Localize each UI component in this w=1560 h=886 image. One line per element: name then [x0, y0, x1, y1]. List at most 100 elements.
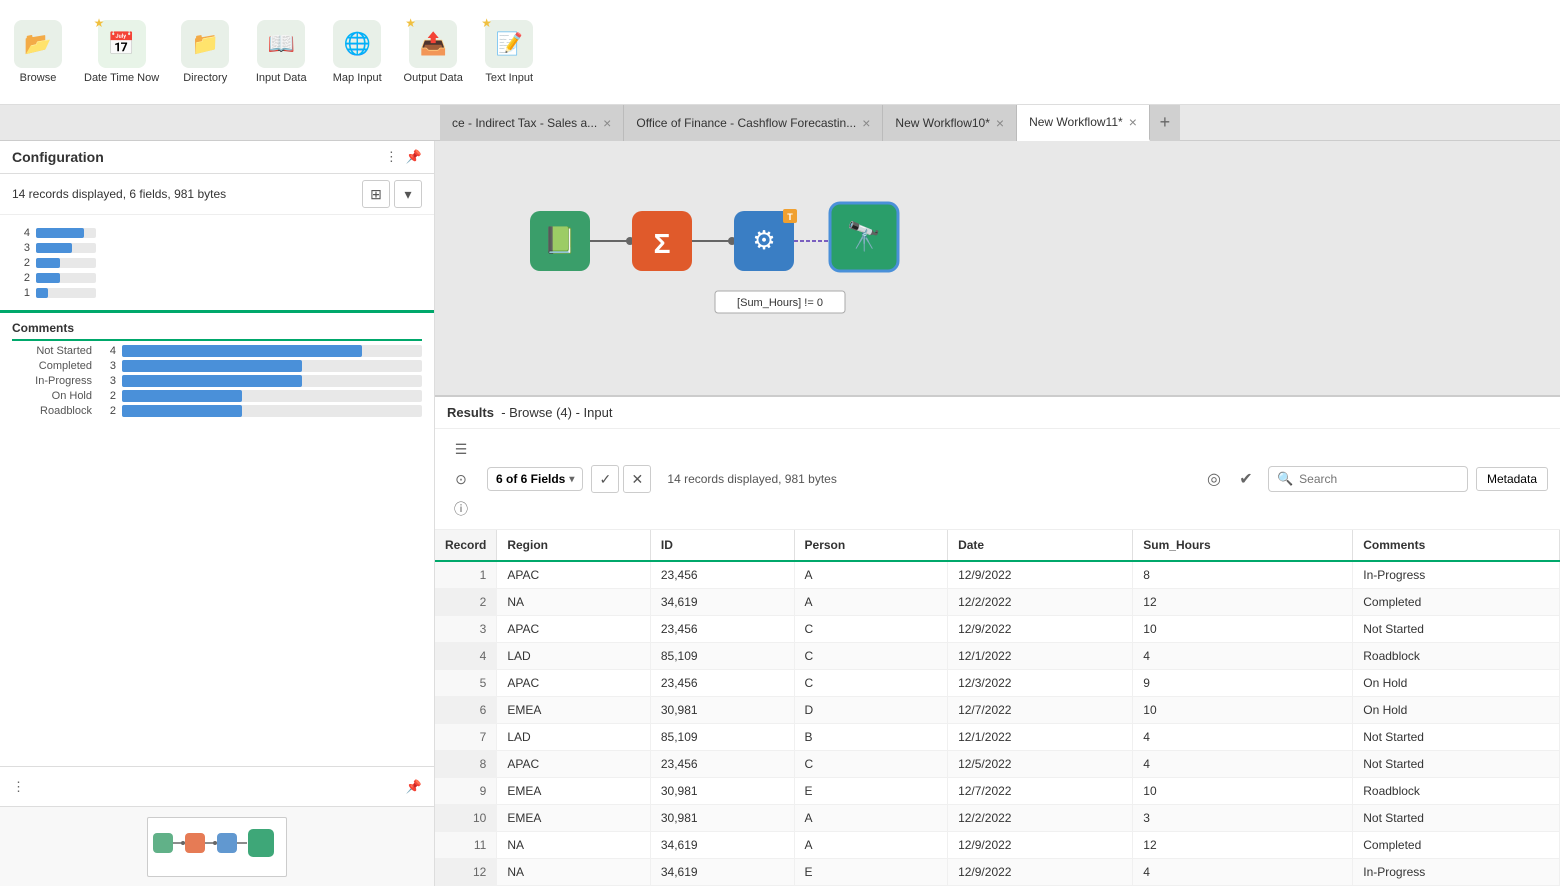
cell-id: 23,456 [650, 670, 794, 697]
cell-id: 85,109 [650, 724, 794, 751]
comment-count-5: 2 [98, 405, 116, 417]
dropdown-btn[interactable]: ▾ [394, 180, 422, 208]
cell-person: A [794, 561, 948, 589]
table-row: 5APAC23,456C12/3/20229On Hold [435, 670, 1560, 697]
tab-workflow11-close[interactable]: × [1129, 114, 1137, 130]
tab-cashflow[interactable]: Office of Finance - Cashflow Forecastin.… [624, 105, 883, 141]
toolbar-datetime[interactable]: 📅★ Date Time Now [84, 20, 159, 84]
toolbar-outputdata[interactable]: 📤★ Output Data [403, 20, 463, 84]
cell-id: 23,456 [650, 616, 794, 643]
comment-fill-5 [122, 405, 242, 417]
comment-count-3: 3 [98, 375, 116, 387]
left-bottom-pin[interactable]: 📌 [406, 779, 422, 795]
charts-area: 4 3 2 2 [0, 215, 434, 766]
cell-region: LAD [497, 643, 651, 670]
table-view-icon[interactable]: ☰ [447, 435, 475, 463]
config-pin-icon[interactable]: 📌 [406, 149, 422, 165]
num-bar-fill-1 [36, 228, 84, 238]
minimap-canvas [147, 817, 287, 877]
left-bottom-menu[interactable]: ⋮ [12, 779, 25, 795]
tab-cashflow-close[interactable]: × [862, 115, 870, 131]
comments-title: Comments [12, 321, 422, 335]
cell-id: 34,619 [650, 589, 794, 616]
expand-btn[interactable]: ⊞ [362, 180, 390, 208]
toolbar-textinput[interactable]: 📝★ Text Input [479, 20, 539, 84]
table-body: 1APAC23,456A12/9/20228In-Progress2NA34,6… [435, 561, 1560, 886]
cell-sum_hours: 4 [1133, 643, 1353, 670]
confirm-action-icon[interactable]: ✔ [1232, 465, 1260, 493]
cell-comments: Not Started [1353, 751, 1560, 778]
metadata-button[interactable]: Metadata [1476, 467, 1548, 491]
table-header-row: Record Region ID Person Date Sum_Hours C… [435, 530, 1560, 561]
fields-selector[interactable]: 6 of 6 Fields ▾ [487, 467, 583, 491]
comments-divider [12, 339, 422, 341]
comment-fill-2 [122, 360, 302, 372]
profile-view-icon[interactable]: ⊙ [447, 465, 475, 493]
search-input[interactable] [1299, 472, 1439, 486]
tab-add-button[interactable]: + [1150, 105, 1180, 141]
config-menu-icon[interactable]: ⋮ [385, 149, 398, 165]
workflow-canvas: 📗 Σ ⚙ T 🔭 [435, 141, 1560, 395]
cell-comments: On Hold [1353, 697, 1560, 724]
num-bar-fill-4 [36, 273, 60, 283]
toolbar-directory[interactable]: 📁 Directory [175, 20, 235, 84]
cell-comments: On Hold [1353, 670, 1560, 697]
cell-id: 30,981 [650, 805, 794, 832]
table-row: 1APAC23,456A12/9/20228In-Progress [435, 561, 1560, 589]
cell-record: 12 [435, 859, 497, 886]
textinput-icon: 📝★ [485, 20, 533, 68]
comments-section: Comments Not Started 4 Completed 3 [0, 317, 434, 428]
tab-workflow10-close[interactable]: × [996, 115, 1004, 131]
svg-text:📗: 📗 [544, 225, 576, 255]
cell-date: 12/3/2022 [948, 670, 1133, 697]
cell-sum_hours: 12 [1133, 832, 1353, 859]
cell-record: 6 [435, 697, 497, 724]
table-row: 3APAC23,456C12/9/202210Not Started [435, 616, 1560, 643]
table-row: 8APAC23,456C12/5/20224Not Started [435, 751, 1560, 778]
tab-workflow10[interactable]: New Workflow10* × [883, 105, 1017, 141]
comment-fill-4 [122, 390, 242, 402]
fields-selector-label: 6 of 6 Fields [496, 472, 565, 486]
tab-indirect[interactable]: ce - Indirect Tax - Sales a... × [440, 105, 624, 141]
cell-person: E [794, 859, 948, 886]
table-row: 7LAD85,109B12/1/20224Not Started [435, 724, 1560, 751]
info-view-icon[interactable]: ⓘ [447, 495, 475, 523]
cell-person: A [794, 589, 948, 616]
config-title: Configuration [12, 149, 104, 165]
tab-indirect-close[interactable]: × [603, 115, 611, 131]
inputdata-label: Input Data [256, 72, 307, 84]
toolbar-browse[interactable]: 📂 Browse [8, 20, 68, 84]
tab-workflow11[interactable]: New Workflow11* × [1017, 105, 1150, 141]
cell-sum_hours: 3 [1133, 805, 1353, 832]
svg-text:T: T [787, 212, 793, 222]
close-btn[interactable]: ✕ [623, 465, 651, 493]
main-toolbar: 📂 Browse 📅★ Date Time Now 📁 Directory 📖 … [0, 0, 1560, 105]
toolbar-inputdata[interactable]: 📖 Input Data [251, 20, 311, 84]
num-bar-fill-3 [36, 258, 60, 268]
comment-bar-row-2: Completed 3 [12, 360, 422, 372]
num-bar-track-3 [36, 258, 96, 268]
info-text: 14 records displayed, 6 fields, 981 byte… [12, 187, 354, 201]
comment-label-2: Completed [12, 360, 92, 372]
comment-fill-1 [122, 345, 362, 357]
cell-record: 5 [435, 670, 497, 697]
outputdata-label: Output Data [404, 72, 463, 84]
cell-comments: In-Progress [1353, 561, 1560, 589]
col-header-region: Region [497, 530, 651, 561]
checkmark-btn[interactable]: ✓ [591, 465, 619, 493]
chevron-down-icon: ▾ [569, 474, 574, 485]
cell-comments: Completed [1353, 832, 1560, 859]
cell-date: 12/2/2022 [948, 589, 1133, 616]
cell-sum_hours: 10 [1133, 697, 1353, 724]
cell-record: 3 [435, 616, 497, 643]
datetime-icon: 📅★ [98, 20, 146, 68]
svg-text:⚙: ⚙ [752, 225, 775, 255]
cell-id: 23,456 [650, 751, 794, 778]
num-val-2: 3 [12, 242, 30, 254]
toolbar-mapinput[interactable]: 🌐 Map Input [327, 20, 387, 84]
cell-region: EMEA [497, 778, 651, 805]
cancel-action-icon[interactable]: ◎ [1200, 465, 1228, 493]
data-table-wrap: Record Region ID Person Date Sum_Hours C… [435, 530, 1560, 886]
cell-comments: Roadblock [1353, 778, 1560, 805]
search-icon: 🔍 [1277, 471, 1293, 487]
